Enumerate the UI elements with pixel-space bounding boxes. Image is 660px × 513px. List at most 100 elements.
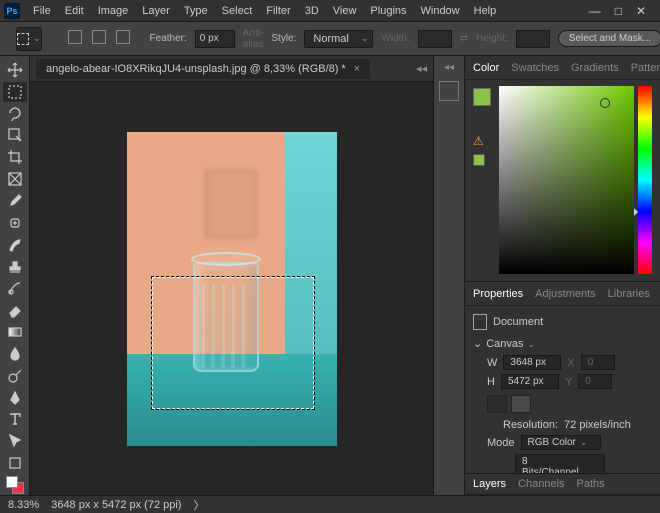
- menu-view[interactable]: View: [326, 5, 364, 17]
- selection-mode-subtract-icon[interactable]: [90, 30, 106, 47]
- tab-channels[interactable]: Channels: [518, 478, 564, 490]
- shape-tool[interactable]: [3, 453, 27, 473]
- document-tabs: angelo-abear-IO8XRikqJU4-unsplash.jpg @ …: [30, 56, 433, 82]
- history-panel-icon[interactable]: [439, 81, 459, 101]
- tab-layers[interactable]: Layers: [473, 478, 506, 490]
- active-tool-icon[interactable]: [16, 27, 42, 51]
- height-label: Height:: [476, 33, 508, 44]
- gamut-warning-icon[interactable]: ⚠: [473, 134, 495, 148]
- eraser-tool[interactable]: [3, 300, 27, 320]
- status-zoom[interactable]: 8.33%: [8, 499, 39, 511]
- path-select-tool[interactable]: [3, 431, 27, 451]
- close-tab-icon[interactable]: ×: [354, 63, 360, 75]
- orientation-landscape-icon[interactable]: [511, 395, 531, 413]
- status-bar: 8.33% 3648 px x 5472 px (72 ppi) 〉: [0, 495, 660, 513]
- canvas-w-value[interactable]: 3648 px: [503, 355, 561, 370]
- width-label: Width:: [381, 33, 409, 44]
- style-label: Style:: [271, 33, 296, 44]
- menu-plugins[interactable]: Plugins: [363, 5, 413, 17]
- color-panel-tabs: Color Swatches Gradients Patterns: [465, 56, 660, 80]
- style-select[interactable]: Normal: [304, 30, 373, 48]
- color-saturation-field[interactable]: [499, 86, 634, 274]
- tab-color[interactable]: Color: [473, 62, 499, 74]
- canvas-y-label: Y: [565, 376, 572, 388]
- layers-panel-tabs: Layers Channels Paths: [465, 473, 660, 495]
- object-select-tool[interactable]: [3, 126, 27, 146]
- selection-mode-add-icon[interactable]: [66, 30, 82, 47]
- document-area: angelo-abear-IO8XRikqJU4-unsplash.jpg @ …: [30, 56, 433, 495]
- menu-layer[interactable]: Layer: [135, 5, 177, 17]
- bits-select[interactable]: 8 Bits/Channel: [515, 454, 605, 473]
- dodge-tool[interactable]: [3, 366, 27, 386]
- pen-tool[interactable]: [3, 388, 27, 408]
- canvas-h-value[interactable]: 5472 px: [501, 374, 559, 389]
- canvas-section-toggle[interactable]: ⌄Canvas: [473, 334, 652, 353]
- tab-patterns[interactable]: Patterns: [631, 62, 660, 74]
- brush-tool[interactable]: [3, 235, 27, 255]
- move-tool[interactable]: [3, 60, 27, 80]
- blur-tool[interactable]: [3, 344, 27, 364]
- expand-dock-icon[interactable]: ◂◂: [434, 62, 464, 73]
- canvas-viewport[interactable]: [30, 82, 433, 495]
- canvas[interactable]: [127, 132, 337, 446]
- options-bar: Feather: Anti-alias Style: Normal Width:…: [0, 22, 660, 56]
- menu-edit[interactable]: Edit: [58, 5, 91, 17]
- menu-help[interactable]: Help: [467, 5, 504, 17]
- maximize-icon[interactable]: □: [615, 4, 622, 18]
- menu-select[interactable]: Select: [215, 5, 260, 17]
- canvas-y-value: 0: [578, 374, 612, 389]
- eyedropper-tool[interactable]: [3, 191, 27, 211]
- type-tool[interactable]: [3, 410, 27, 430]
- tab-swatches[interactable]: Swatches: [511, 62, 559, 74]
- marquee-tool[interactable]: [3, 82, 27, 102]
- canvas-w-label: W: [487, 357, 497, 369]
- gradient-tool[interactable]: [3, 322, 27, 342]
- orientation-portrait-icon[interactable]: [487, 395, 507, 413]
- select-and-mask-button[interactable]: Select and Mask...: [558, 30, 660, 47]
- document-tab-title: angelo-abear-IO8XRikqJU4-unsplash.jpg @ …: [46, 63, 346, 75]
- status-caret-icon[interactable]: 〉: [193, 497, 204, 513]
- width-input: [418, 30, 452, 48]
- frame-tool[interactable]: [3, 169, 27, 189]
- swap-wh-icon: ⇄: [460, 33, 468, 44]
- window-controls: — □ ✕: [589, 4, 656, 18]
- tab-adjustments[interactable]: Adjustments: [535, 288, 596, 300]
- feather-input[interactable]: [195, 30, 235, 48]
- tab-properties[interactable]: Properties: [473, 288, 523, 300]
- gamut-closest-swatch[interactable]: [473, 154, 485, 166]
- tab-paths[interactable]: Paths: [577, 478, 605, 490]
- close-icon[interactable]: ✕: [636, 4, 646, 18]
- menu-filter[interactable]: Filter: [259, 5, 297, 17]
- tab-gradients[interactable]: Gradients: [571, 62, 619, 74]
- marquee-selection[interactable]: [151, 276, 315, 410]
- selection-mode-intersect-icon[interactable]: [114, 30, 130, 47]
- height-input: [516, 30, 550, 48]
- color-hue-slider[interactable]: [638, 86, 652, 274]
- resolution-value: 72 pixels/inch: [564, 419, 631, 431]
- mode-select[interactable]: RGB Color: [521, 435, 601, 450]
- document-tab[interactable]: angelo-abear-IO8XRikqJU4-unsplash.jpg @ …: [36, 59, 370, 79]
- stamp-tool[interactable]: [3, 257, 27, 277]
- menu-3d[interactable]: 3D: [298, 5, 326, 17]
- healing-tool[interactable]: [3, 213, 27, 233]
- properties-panel: Document ⌄Canvas W 3648 px X 0 H 5472 px…: [465, 306, 660, 473]
- hue-pointer-icon[interactable]: [634, 208, 638, 216]
- tools-panel: [0, 56, 30, 495]
- tab-overflow-icon[interactable]: ◂◂: [416, 62, 433, 75]
- minimize-icon[interactable]: —: [589, 4, 601, 18]
- history-brush-tool[interactable]: [3, 278, 27, 298]
- color-fg-swatch[interactable]: [473, 88, 491, 106]
- menu-image[interactable]: Image: [91, 5, 136, 17]
- menu-file[interactable]: File: [26, 5, 58, 17]
- tab-libraries[interactable]: Libraries: [608, 288, 650, 300]
- collapsed-panel-dock[interactable]: ◂◂: [433, 56, 465, 495]
- color-picker-ring[interactable]: [600, 98, 610, 108]
- lasso-tool[interactable]: [3, 104, 27, 124]
- status-doc-info[interactable]: 3648 px x 5472 px (72 ppi): [51, 499, 181, 511]
- app-logo: Ps: [4, 3, 20, 19]
- menu-type[interactable]: Type: [177, 5, 215, 17]
- crop-tool[interactable]: [3, 147, 27, 167]
- properties-type-label: Document: [493, 316, 543, 328]
- menu-window[interactable]: Window: [414, 5, 467, 17]
- fg-bg-swatches[interactable]: [3, 475, 27, 495]
